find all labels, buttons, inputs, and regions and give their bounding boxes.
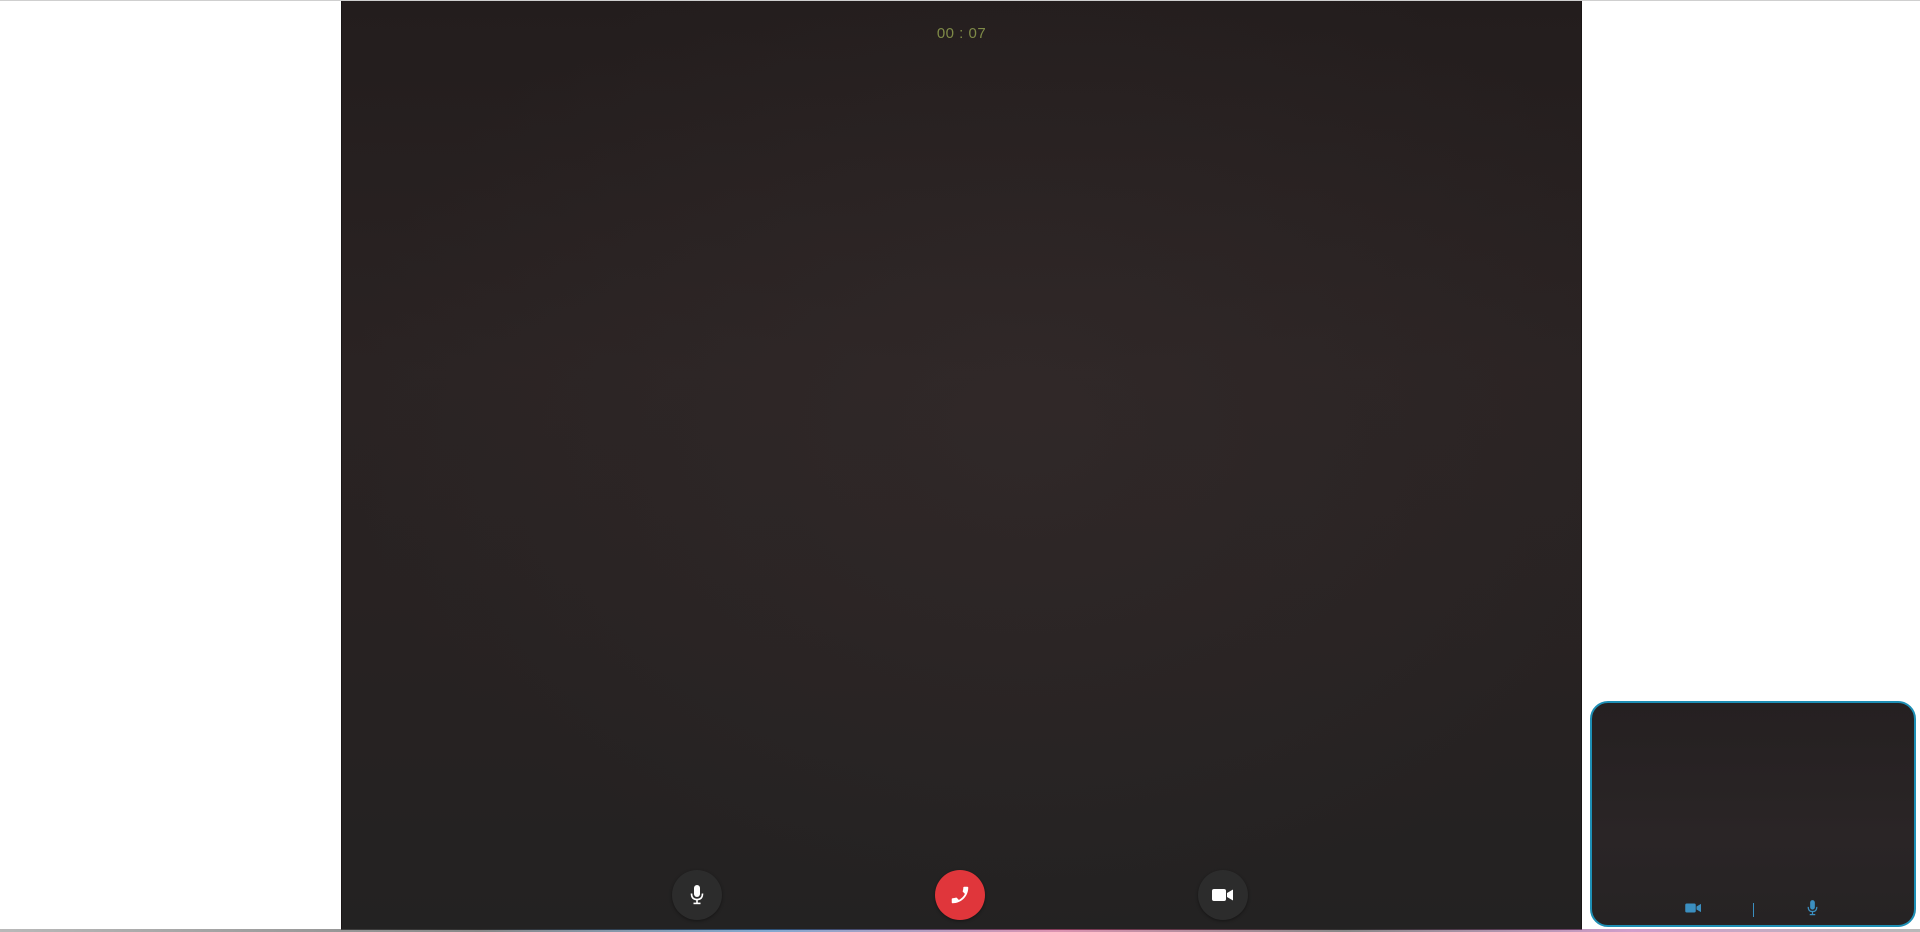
mute-microphone-button[interactable] (672, 870, 722, 920)
video-camera-icon (1212, 887, 1234, 903)
control-separator (1752, 903, 1754, 917)
phone-icon (949, 884, 971, 906)
toggle-video-button[interactable] (1198, 870, 1248, 920)
call-timer: 00 : 07 (936, 25, 987, 42)
self-mic-toggle[interactable] (1802, 899, 1824, 921)
self-camera-toggle[interactable] (1683, 899, 1705, 921)
video-camera-icon (1685, 901, 1702, 919)
self-preview-video[interactable] (1590, 701, 1916, 927)
end-call-button[interactable] (935, 870, 985, 920)
microphone-icon (1807, 899, 1818, 921)
remote-video: 00 : 07 (341, 1, 1582, 930)
microphone-icon (690, 885, 704, 905)
self-preview-controls (1592, 899, 1914, 921)
call-page: 00 : 07 (0, 0, 1920, 932)
